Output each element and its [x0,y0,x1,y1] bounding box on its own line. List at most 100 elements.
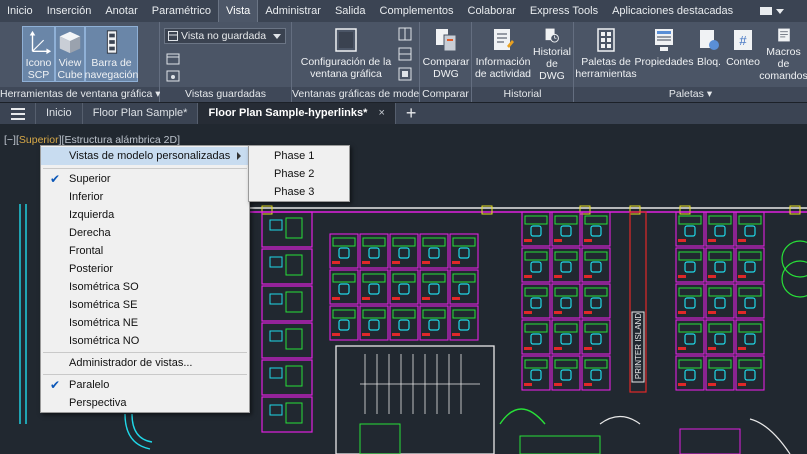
viewcube-button[interactable]: View Cube [55,26,85,82]
ucs-icon-button[interactable]: Icono SCP [22,26,55,82]
menu-item-custom-model-views[interactable]: Vistas de modelo personalizadas [41,147,249,165]
submenu-item-phase-3[interactable]: Phase 3 [249,183,349,201]
tab-aplicaciones-destacadas[interactable]: Aplicaciones destacadas [605,0,740,22]
tab-parametrico[interactable]: Paramétrico [145,0,218,22]
desk [678,251,702,261]
dwg-history-label-1: Historial [533,46,571,58]
menu-item-isometric-so[interactable]: Isométrica SO [41,278,249,296]
close-icon[interactable]: × [378,107,384,119]
submenu-item-phase-2[interactable]: Phase 2 [249,165,349,183]
menu-item-parallel[interactable]: ✔ Paralelo [41,376,249,394]
chair [560,225,572,237]
desk [362,237,386,247]
tab-insercion[interactable]: Inserción [40,0,99,22]
saved-view-dropdown[interactable]: Vista no guardada [164,28,286,44]
tab-express-tools[interactable]: Express Tools [523,0,605,22]
name-tag [678,239,686,242]
tab-complementos[interactable]: Complementos [373,0,461,22]
desk [422,309,446,319]
chair [368,247,380,259]
chair [398,283,410,295]
desk [708,251,732,261]
doc-tab-floor-plan-sample[interactable]: Floor Plan Sample* [83,103,199,124]
tab-colaborar[interactable]: Colaborar [461,0,523,22]
submenu-item-phase-1[interactable]: Phase 1 [249,147,349,165]
tab-salida[interactable]: Salida [328,0,373,22]
tab-vista[interactable]: Vista [218,0,259,22]
ribbon-display-toggle[interactable] [740,0,785,22]
curved-wall [499,408,546,425]
tab-administrar[interactable]: Administrar [258,0,328,22]
menu-item-perspective[interactable]: Perspectiva [41,394,249,412]
column [679,205,691,215]
panel-title-model-viewports: Ventanas gráficas de modelo [292,87,428,102]
ribbon-tabbar: Inicio Inserción Anotar Paramétrico Vist… [0,0,807,22]
viewport-configuration-button[interactable]: Configuración de la ventana gráfica [298,26,394,82]
name-tag [392,297,400,300]
ucs-icon-label-2: SCP [27,69,50,81]
name-tag [678,275,686,278]
doc-tab-floor-plan-hyperlinks[interactable]: Floor Plan Sample-hyperlinks* × [198,103,396,124]
menu-item-isometric-no[interactable]: Isométrica NO [41,332,249,350]
count-button[interactable]: # Conteo [726,26,760,82]
furniture [679,428,741,454]
chair [590,297,602,309]
join-viewports-icon[interactable] [398,47,412,61]
tab-anotar[interactable]: Anotar [98,0,144,22]
view-manager-icon[interactable] [166,69,180,83]
tool-palettes-button[interactable]: Paletas de herramientas [574,26,638,82]
menu-item-izquierda[interactable]: Izquierda [41,206,249,224]
name-tag [524,275,532,278]
svg-text:#: # [739,33,747,48]
viewport-config-label-2: ventana gráfica [310,68,382,80]
properties-button[interactable]: Propiedades [635,26,693,82]
desk [554,215,578,225]
menu-item-isometric-ne[interactable]: Isométrica NE [41,314,249,332]
compare-dwg-button[interactable]: Comparar DWG [422,26,470,82]
start-menu-button[interactable] [0,103,36,124]
check-icon: ✔ [50,172,61,186]
desk [422,273,446,283]
tab-inicio[interactable]: Inicio [0,0,40,22]
menu-item-derecha[interactable]: Derecha [41,224,249,242]
menu-item-view-manager[interactable]: Administrador de vistas... [41,354,249,372]
viewport-config-icon [335,28,357,52]
restore-viewports-icon[interactable] [398,67,412,81]
panel-compare: Comparar DWG Comparar [420,22,472,102]
chair [338,283,350,295]
chair [714,297,726,309]
menu-item-superior[interactable]: ✔ Superior [41,170,249,188]
name-tag [584,311,592,314]
ribbon: Icono SCP View Cube Barra de navegación … [0,22,807,102]
desk [738,287,762,297]
menu-item-isometric-se[interactable]: Isométrica SE [41,296,249,314]
menu-item-label: Vistas de modelo personalizadas [69,150,231,162]
doc-tab-home[interactable]: Inicio [36,103,83,124]
office-chair [269,256,283,268]
navigation-bar-button[interactable]: Barra de navegación [85,26,138,82]
chair [458,283,470,295]
blocks-button[interactable]: Bloq. [692,26,726,82]
name-tag [738,311,746,314]
dwg-history-button[interactable]: Historial de DWG [532,26,572,82]
activity-insights-button[interactable]: Información de actividad [474,26,532,82]
name-tag [554,311,562,314]
menu-item-frontal[interactable]: Frontal [41,242,249,260]
chevron-down-icon [776,8,785,14]
desk [584,215,608,225]
name-tag [332,297,340,300]
desk [678,215,702,225]
panel-title-palettes[interactable]: Paletas ▾ [574,87,807,102]
command-macros-button[interactable]: Macros de comandos [759,26,807,82]
name-tag [524,239,532,242]
desk [524,251,548,261]
round-table [781,260,807,298]
compare-dwg-icon [436,29,457,52]
menu-item-posterior[interactable]: Posterior [41,260,249,278]
name-tag [678,311,686,314]
new-tab-button[interactable]: + [396,103,427,124]
menu-item-inferior[interactable]: Inferior [41,188,249,206]
panel-title-viewport-tools[interactable]: Herramientas de ventana gráfica ▾ [0,87,161,102]
named-viewports-icon[interactable] [398,27,412,41]
new-view-icon[interactable] [166,52,180,66]
